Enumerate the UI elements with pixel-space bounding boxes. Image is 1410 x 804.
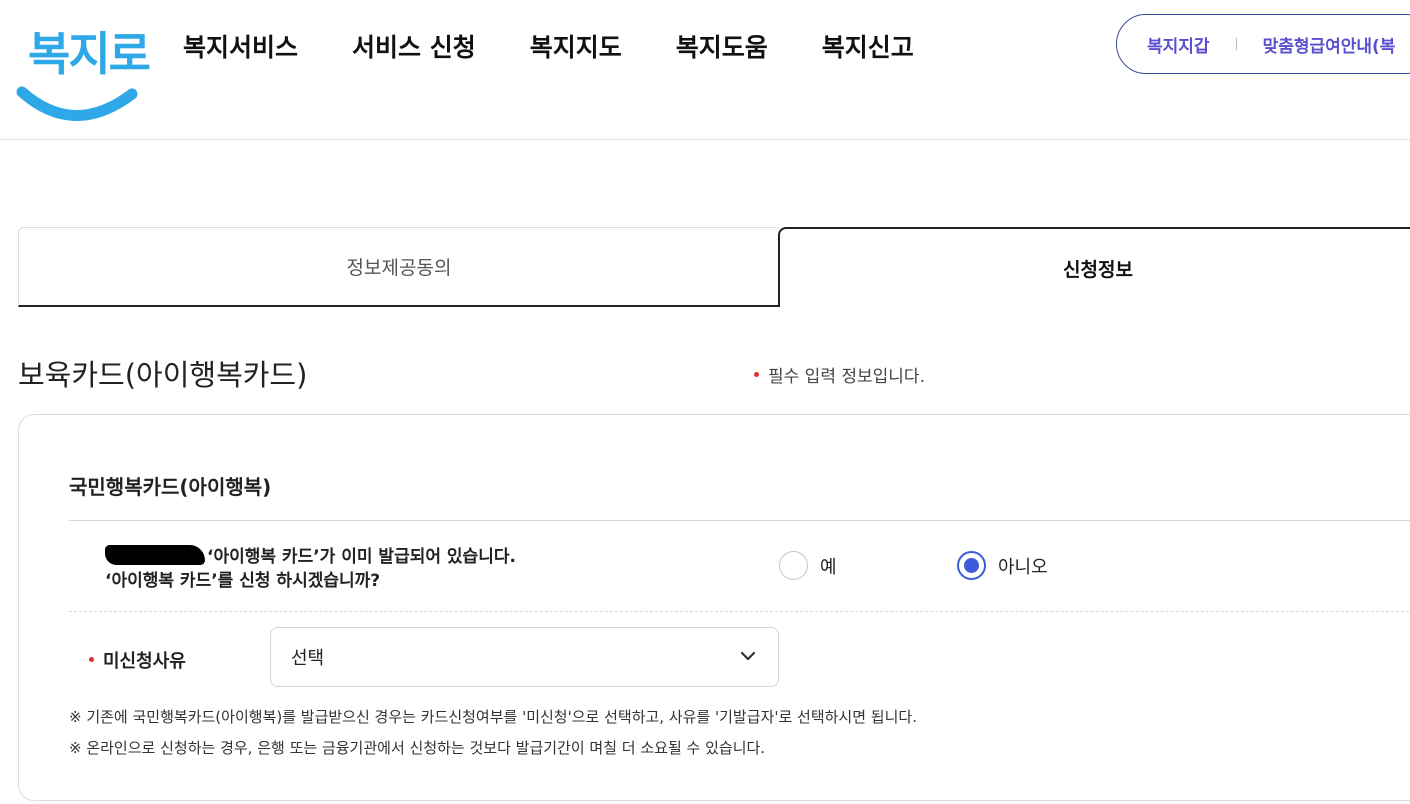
reason-select-value: 선택 — [291, 648, 325, 669]
nav-welfare-report[interactable]: 복지신고 — [822, 28, 914, 64]
radio-yes-label[interactable]: 예 — [820, 553, 837, 579]
bokjiro-logo[interactable]: 복지로 — [14, 10, 151, 121]
required-dot-icon — [754, 371, 759, 377]
radio-yes-circle[interactable] — [779, 551, 808, 580]
redacted-name — [105, 545, 205, 565]
radio-no-circle[interactable] — [957, 551, 986, 580]
card-panel: 국민행복카드(아이행복) ‘아이행복 카드’가 이미 발급되어 있습니다. ‘아… — [18, 414, 1410, 801]
main-nav: 복지서비스 서비스 신청 복지지도 복지도움 복지신고 — [183, 28, 968, 64]
question-line-2: ‘아이행복 카드’를 신청 하시겠습니까? — [105, 571, 381, 591]
radio-no-label[interactable]: 아니오 — [998, 553, 1048, 579]
required-dot-icon — [89, 656, 94, 662]
reason-select[interactable]: 선택 — [270, 627, 779, 687]
notice-2: ※ 온라인으로 신청하는 경우, 은행 또는 금융기관에서 신청하는 것보다 발… — [69, 739, 766, 757]
tab-info-consent[interactable]: 정보제공동의 — [18, 227, 779, 307]
question-line-1: ‘아이행복 카드’가 이미 발급되어 있습니다. — [207, 547, 516, 567]
nav-service-apply[interactable]: 서비스 신청 — [352, 28, 476, 64]
section-title: 보육카드(아이행복카드) — [18, 358, 308, 392]
nav-welfare-help[interactable]: 복지도움 — [676, 28, 768, 64]
util-custom-benefit[interactable]: 맞춤형급여안내(복 — [1263, 32, 1396, 57]
reason-label: 미신청사유 — [89, 647, 186, 673]
util-welfare-wallet[interactable]: 복지지갑 — [1147, 32, 1210, 57]
required-note-text: 필수 입력 정보입니다. — [768, 367, 925, 387]
divider-dashed — [69, 611, 1410, 612]
divider-solid — [69, 520, 1410, 521]
logo-text: 복지로 — [28, 27, 151, 81]
reason-label-text: 미신청사유 — [103, 651, 186, 672]
required-note: 필수 입력 정보입니다. — [754, 362, 925, 387]
radio-no[interactable]: 아니오 — [957, 551, 1048, 580]
card-question: ‘아이행복 카드’가 이미 발급되어 있습니다. ‘아이행복 카드’를 신청 하… — [105, 545, 516, 593]
radio-yes[interactable]: 예 — [779, 551, 837, 580]
notice-1: ※ 기존에 국민행복카드(아이행복)를 발급받으신 경우는 카드신청여부를 '미… — [69, 708, 917, 726]
util-divider — [1235, 38, 1237, 50]
panel-heading: 국민행복카드(아이행복) — [69, 475, 272, 499]
nav-welfare-map[interactable]: 복지지도 — [530, 28, 622, 64]
chevron-down-icon — [740, 651, 756, 661]
site-header: 복지로 복지서비스 서비스 신청 복지지도 복지도움 복지신고 복지지갑 맞춤형… — [0, 0, 1410, 140]
tab-apply-info[interactable]: 신청정보 — [778, 227, 1410, 307]
step-tabs: 정보제공동의 신청정보 — [18, 227, 1410, 307]
util-menu: 복지지갑 맞춤형급여안내(복 — [1116, 14, 1410, 74]
nav-welfare-service[interactable]: 복지서비스 — [183, 28, 298, 64]
